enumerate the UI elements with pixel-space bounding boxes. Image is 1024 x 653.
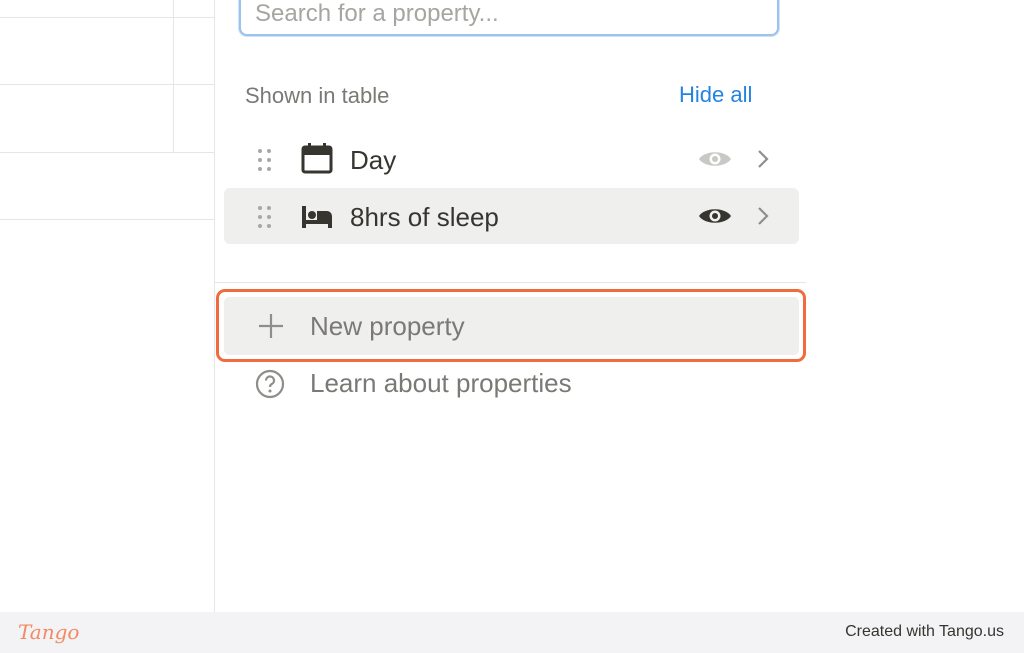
property-row-day[interactable]: Day <box>224 131 799 187</box>
table-grid-background <box>0 0 214 612</box>
chevron-right-icon[interactable] <box>756 148 770 170</box>
learn-about-properties-link[interactable]: Learn about properties <box>224 357 799 411</box>
property-search-input[interactable] <box>253 0 757 32</box>
new-property-label: New property <box>310 311 465 341</box>
new-property-button[interactable]: New property <box>224 297 799 355</box>
drag-handle-icon[interactable] <box>258 149 274 171</box>
hide-all-button[interactable]: Hide all <box>679 82 752 108</box>
bed-icon <box>300 200 334 232</box>
eye-icon[interactable] <box>698 148 732 170</box>
eye-icon[interactable] <box>698 205 732 227</box>
calendar-icon <box>300 143 334 175</box>
tango-logo: Tango <box>18 620 80 644</box>
property-row-8hrs-of-sleep[interactable]: 8hrs of sleep <box>224 188 799 244</box>
property-label: 8hrs of sleep <box>350 202 499 232</box>
chevron-right-icon[interactable] <box>756 205 770 227</box>
section-divider <box>215 282 806 283</box>
learn-about-properties-label: Learn about properties <box>310 368 572 398</box>
panel-left-border <box>214 0 215 612</box>
question-circle-icon <box>255 369 285 399</box>
plus-icon <box>256 311 286 341</box>
property-search-box[interactable] <box>239 0 779 36</box>
created-with-text: Created with Tango.us <box>845 623 1004 640</box>
shown-in-table-heading: Shown in table <box>245 83 390 108</box>
drag-handle-icon[interactable] <box>258 206 274 228</box>
tango-footer: Tango Created with Tango.us <box>0 612 1024 653</box>
property-label: Day <box>350 145 397 175</box>
